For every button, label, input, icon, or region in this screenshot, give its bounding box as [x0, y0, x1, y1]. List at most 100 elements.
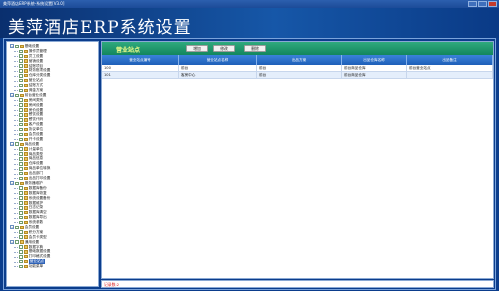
checkbox-icon[interactable]: [19, 118, 23, 122]
table-cell: 前台营业站点: [407, 65, 493, 71]
page-icon: [23, 176, 28, 181]
window-titlebar: 美萍酒店ERP系统-系统设置[V3.0]: [0, 0, 499, 8]
page-icon: [23, 157, 28, 161]
folder-icon: [19, 181, 24, 186]
page-icon: [23, 235, 28, 239]
checkbox-icon[interactable]: [19, 147, 23, 151]
checkbox-icon[interactable]: [19, 210, 23, 215]
checkbox-icon[interactable]: [19, 152, 23, 156]
page-icon: [23, 167, 28, 171]
collapse-icon[interactable]: −: [10, 93, 14, 98]
checkbox-icon[interactable]: [19, 137, 23, 142]
checkbox-icon[interactable]: [19, 49, 23, 54]
checkbox-icon[interactable]: [19, 98, 23, 103]
page-icon: [23, 264, 28, 269]
checkbox-icon[interactable]: [19, 127, 23, 132]
checkbox-icon[interactable]: [19, 73, 23, 78]
table-row[interactable]: 101 客房中心 前台 前台商品仓库: [102, 72, 493, 79]
page-icon: [23, 83, 28, 88]
checkbox-icon[interactable]: [19, 220, 23, 225]
checkbox-icon[interactable]: [19, 69, 23, 73]
checkbox-icon[interactable]: [19, 230, 23, 235]
collapse-icon[interactable]: −: [10, 181, 14, 186]
column-header[interactable]: 出品方案: [257, 55, 342, 65]
record-count: 记录数:2: [104, 282, 120, 287]
checkbox-icon[interactable]: [19, 201, 23, 205]
checkbox-icon[interactable]: [19, 245, 23, 249]
table-cell: 客房中心: [179, 72, 257, 78]
collapse-icon[interactable]: −: [10, 240, 14, 245]
page-icon: [23, 245, 28, 249]
settings-tree[interactable]: − 基础设置 操作员管理 员工设置 营销设置 结账项目 财务账项设置 仓库分类设置 营业站点 结账…: [6, 41, 99, 287]
folder-icon: [19, 44, 24, 49]
status-bar: 记录数:2: [101, 280, 494, 288]
table-cell: 101: [102, 72, 179, 78]
table-cell: 前台: [257, 72, 342, 78]
page-icon: [23, 98, 28, 102]
checkbox-icon[interactable]: [19, 78, 23, 83]
checkbox-icon[interactable]: [15, 240, 19, 244]
checkbox-icon[interactable]: [19, 254, 23, 259]
checkbox-icon[interactable]: [19, 59, 23, 63]
checkbox-icon[interactable]: [19, 83, 23, 88]
page-icon: [23, 206, 28, 210]
folder-icon: [19, 240, 24, 244]
checkbox-icon[interactable]: [19, 113, 23, 117]
minimize-button[interactable]: [468, 1, 477, 7]
page-icon: [23, 127, 28, 132]
table-row[interactable]: 100 前台 前台 前台商品仓库 前台营业站点: [102, 65, 493, 72]
table-cell: 100: [102, 65, 179, 71]
checkbox-icon[interactable]: [19, 54, 23, 59]
table-cell: 前台商品仓库: [342, 65, 407, 71]
edit-button[interactable]: 修改: [213, 44, 235, 52]
folder-icon: [19, 93, 24, 98]
page-icon: [23, 186, 28, 190]
add-button[interactable]: 增加: [186, 44, 208, 52]
checkbox-icon[interactable]: [19, 64, 23, 68]
checkbox-icon[interactable]: [19, 171, 23, 176]
close-button[interactable]: [488, 1, 497, 7]
checkbox-icon[interactable]: [19, 215, 23, 220]
column-header[interactable]: 出品仓库名称: [342, 55, 407, 65]
checkbox-icon[interactable]: [19, 191, 23, 195]
checkbox-icon[interactable]: [19, 166, 23, 171]
checkbox-icon[interactable]: [19, 250, 23, 254]
module-title: 营业站点: [116, 47, 141, 54]
checkbox-icon[interactable]: [15, 44, 19, 49]
page-icon: [23, 215, 28, 220]
main-panel: 营业站点 增加 修改 删除 营业站点编号 营业站点名称 出品方案 出品仓库名称 …: [101, 41, 494, 279]
checkbox-icon[interactable]: [15, 93, 19, 98]
collapse-icon[interactable]: −: [10, 44, 14, 49]
delete-button[interactable]: 删除: [244, 44, 266, 52]
checkbox-icon[interactable]: [19, 264, 23, 269]
checkbox-icon[interactable]: [19, 88, 23, 93]
checkbox-icon[interactable]: [19, 162, 23, 166]
collapse-icon[interactable]: −: [10, 225, 14, 230]
column-header[interactable]: 营业站点编号: [102, 55, 179, 65]
checkbox-icon[interactable]: [19, 103, 23, 107]
checkbox-icon[interactable]: [19, 122, 23, 127]
collapse-icon[interactable]: −: [10, 142, 14, 147]
header-banner: 美萍酒店ERP系统设置: [0, 8, 499, 38]
checkbox-icon[interactable]: [19, 132, 23, 137]
page-icon: [23, 191, 28, 195]
page-icon: [23, 137, 28, 142]
column-header[interactable]: 出品备注: [407, 55, 493, 65]
window-title: 美萍酒店ERP系统-系统设置[V3.0]: [3, 1, 65, 6]
maximize-button[interactable]: [478, 1, 487, 7]
column-header[interactable]: 营业站点名称: [179, 55, 257, 65]
checkbox-icon[interactable]: [19, 206, 23, 210]
checkbox-icon[interactable]: [19, 108, 23, 112]
grid-header: 营业站点编号 营业站点名称 出品方案 出品仓库名称 出品备注: [102, 55, 493, 65]
tree-item-label: 功能菜单: [28, 264, 44, 269]
checkbox-icon[interactable]: [19, 176, 23, 181]
checkbox-icon[interactable]: [19, 157, 23, 161]
checkbox-icon[interactable]: [15, 181, 19, 186]
checkbox-icon[interactable]: [19, 196, 23, 200]
checkbox-icon[interactable]: [15, 225, 19, 230]
checkbox-icon[interactable]: [19, 186, 23, 191]
checkbox-icon[interactable]: [19, 235, 23, 239]
checkbox-icon[interactable]: [19, 259, 23, 264]
tree-item[interactable]: 功能菜单: [10, 264, 98, 269]
checkbox-icon[interactable]: [15, 142, 19, 147]
